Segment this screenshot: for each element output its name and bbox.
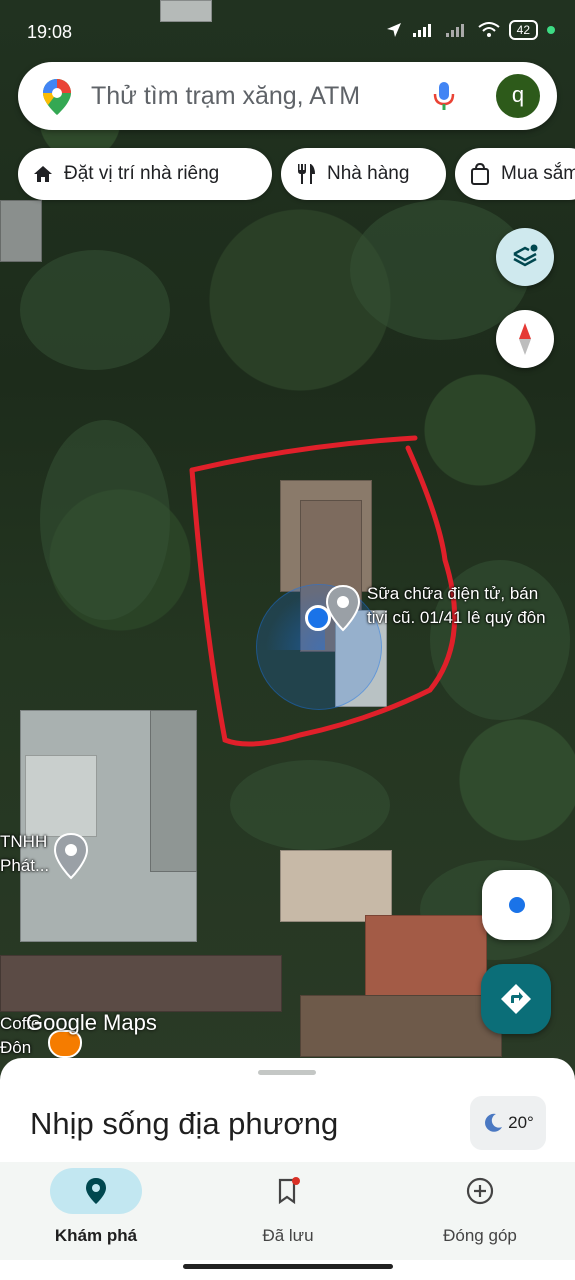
signal-off-icon bbox=[445, 24, 464, 37]
place-name-line: Sữa chữa điện tử, bán bbox=[367, 584, 539, 603]
chip-label: Mua sắm bbox=[501, 163, 575, 184]
place-pin-icon[interactable] bbox=[52, 832, 90, 880]
nav-icon-holder bbox=[434, 1168, 526, 1214]
microphone-icon[interactable] bbox=[432, 80, 456, 112]
account-avatar[interactable]: q bbox=[496, 74, 540, 118]
place-name-line: tivi cũ. 01/41 lê quý đôn bbox=[367, 608, 546, 627]
nav-label: Khám phá bbox=[54, 1226, 138, 1245]
chip-shopping[interactable]: Mua sắm bbox=[455, 148, 575, 200]
bookmark-icon bbox=[278, 1177, 300, 1205]
chip-label: Nhà hàng bbox=[327, 163, 410, 184]
wifi-icon bbox=[478, 22, 500, 37]
shopping-bag-icon bbox=[471, 162, 489, 185]
compass-button[interactable] bbox=[496, 310, 554, 368]
signal-icon bbox=[412, 24, 431, 37]
status-time: 19:08 bbox=[27, 22, 73, 42]
nav-icon-holder bbox=[242, 1168, 334, 1214]
battery-indicator: 42 bbox=[508, 20, 538, 40]
chip-home[interactable]: Đặt vị trí nhà riêng bbox=[18, 148, 272, 200]
bottom-navigation: Khám phá Đã lưu Đóng góp bbox=[0, 1162, 575, 1260]
gesture-bar[interactable] bbox=[183, 1264, 393, 1269]
search-input[interactable]: Thử tìm trạm xăng, ATM bbox=[91, 82, 360, 111]
search-bar[interactable]: Thử tìm trạm xăng, ATM q bbox=[18, 62, 557, 130]
nav-saved[interactable]: Đã lưu bbox=[198, 1168, 378, 1246]
sheet-title: Nhịp sống địa phương bbox=[30, 1106, 339, 1141]
privacy-dot bbox=[547, 26, 555, 34]
compass-icon bbox=[519, 323, 531, 355]
google-maps-watermark: Google Maps bbox=[26, 1010, 157, 1035]
nav-contribute[interactable]: Đóng góp bbox=[390, 1168, 570, 1246]
explore-pin-icon bbox=[86, 1178, 106, 1204]
chip-restaurants[interactable]: Nhà hàng bbox=[281, 148, 446, 200]
navigation-arrow-icon bbox=[386, 23, 401, 37]
directions-button[interactable] bbox=[481, 964, 551, 1034]
my-location-icon bbox=[509, 897, 525, 913]
restaurant-icon bbox=[298, 164, 315, 184]
place-name-line: Đôn bbox=[0, 1038, 32, 1057]
weather-temperature: 20° bbox=[508, 1113, 534, 1132]
my-location-button[interactable] bbox=[482, 870, 552, 940]
place-label-company[interactable]: TNHH Phát... bbox=[0, 830, 49, 878]
place-name-line: TNHH bbox=[0, 832, 48, 851]
add-circle-icon bbox=[466, 1177, 494, 1205]
nav-label: Đã lưu bbox=[262, 1226, 314, 1245]
status-bar: 19:08 42 bbox=[0, 0, 575, 60]
layers-icon bbox=[513, 244, 538, 267]
chip-label: Đặt vị trí nhà riêng bbox=[64, 163, 220, 184]
weather-chip[interactable]: 20° bbox=[470, 1096, 546, 1150]
directions-icon bbox=[501, 984, 531, 1014]
google-maps-logo-icon bbox=[43, 79, 71, 115]
nav-label: Đóng góp bbox=[443, 1226, 517, 1245]
home-icon bbox=[34, 166, 52, 182]
nav-active-indicator bbox=[50, 1168, 142, 1214]
place-name-line: Phát... bbox=[0, 856, 50, 875]
layers-button[interactable] bbox=[496, 228, 554, 286]
place-pin-icon[interactable] bbox=[324, 584, 362, 632]
place-label-repair-shop[interactable]: Sữa chữa điện tử, bán tivi cũ. 01/41 lê … bbox=[367, 582, 546, 630]
sheet-drag-handle[interactable] bbox=[258, 1070, 316, 1075]
moon-icon bbox=[485, 1113, 503, 1132]
nav-explore[interactable]: Khám phá bbox=[6, 1168, 186, 1246]
